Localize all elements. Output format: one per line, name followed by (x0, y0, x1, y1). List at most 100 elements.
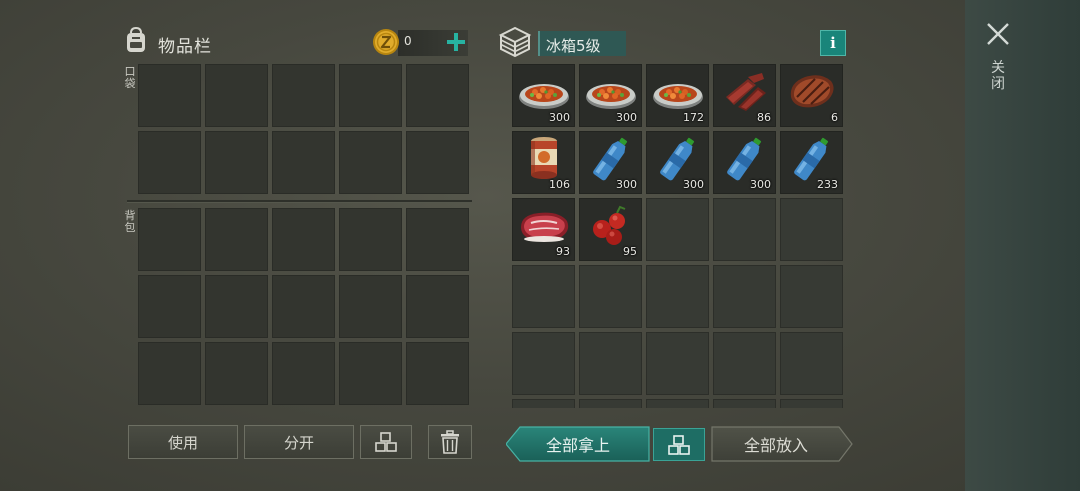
backpack-slot[interactable] (205, 342, 268, 405)
backpack-slot[interactable] (138, 275, 201, 338)
close-button[interactable] (984, 20, 1012, 48)
discard-button[interactable] (428, 425, 472, 459)
vegetable-stew-icon (651, 67, 705, 115)
pocket-slot[interactable] (138, 131, 201, 194)
take-all-label: 全部拿上 (545, 436, 610, 455)
item-quantity: 172 (683, 111, 704, 124)
container-empty-slot[interactable] (713, 265, 776, 328)
trash-icon (441, 430, 459, 454)
use-button[interactable]: 使用 (128, 425, 238, 459)
pocket-slot[interactable] (272, 64, 335, 127)
put-all-button[interactable]: 全部放入 (711, 426, 853, 462)
coin-count: 0 (404, 34, 412, 48)
container-item-slot[interactable]: 300 (646, 131, 709, 194)
item-quantity: 95 (623, 245, 637, 258)
backpack-section-label: 背包 (124, 209, 136, 234)
backpack-slot[interactable] (406, 208, 469, 271)
container-empty-slot[interactable] (780, 399, 843, 408)
container-item-slot[interactable]: 300 (579, 131, 642, 194)
container-empty-slot[interactable] (646, 198, 709, 261)
item-quantity: 93 (556, 245, 570, 258)
pocket-section-label: 口袋 (124, 65, 136, 90)
pocket-slot[interactable] (205, 64, 268, 127)
container-item-slot[interactable]: 233 (780, 131, 843, 194)
container-empty-slot[interactable] (646, 265, 709, 328)
backpack-slot[interactable] (272, 342, 335, 405)
container-empty-slot[interactable] (512, 332, 575, 395)
water-bottle-icon (651, 134, 705, 182)
container-empty-slot[interactable] (713, 198, 776, 261)
backpack-icon (122, 26, 150, 54)
backpack-slot[interactable] (138, 208, 201, 271)
pocket-grid (138, 64, 472, 194)
water-bottle-icon (718, 134, 772, 182)
container-empty-slot[interactable] (780, 265, 843, 328)
container-item-slot[interactable]: 6 (780, 64, 843, 127)
close-label: 关闭 (991, 60, 1005, 92)
info-button[interactable]: i (820, 30, 846, 56)
pocket-slot[interactable] (339, 64, 402, 127)
container-item-slot[interactable]: 95 (579, 198, 642, 261)
backpack-slot[interactable] (272, 275, 335, 338)
container-empty-slot[interactable] (713, 399, 776, 408)
container-empty-slot[interactable] (646, 332, 709, 395)
water-bottle-icon (785, 134, 839, 182)
container-item-slot[interactable]: 300 (579, 64, 642, 127)
item-quantity: 86 (757, 111, 771, 124)
backpack-slot[interactable] (339, 342, 402, 405)
pocket-slot[interactable] (272, 131, 335, 194)
add-coins-button[interactable] (444, 29, 468, 55)
put-all-label: 全部放入 (743, 436, 808, 455)
pocket-slot[interactable] (138, 64, 201, 127)
coin-icon (371, 27, 401, 57)
backpack-slot[interactable] (406, 342, 469, 405)
container-empty-slot[interactable] (579, 265, 642, 328)
item-quantity: 300 (616, 111, 637, 124)
item-quantity: 233 (817, 178, 838, 191)
backpack-slot[interactable] (205, 275, 268, 338)
backpack-slot[interactable] (339, 208, 402, 271)
canned-food-icon (517, 134, 571, 182)
backpack-slot[interactable] (138, 342, 201, 405)
container-item-slot[interactable]: 300 (512, 64, 575, 127)
container-empty-slot[interactable] (579, 332, 642, 395)
container-empty-slot[interactable] (512, 265, 575, 328)
container-empty-slot[interactable] (780, 332, 843, 395)
container-empty-slot[interactable] (512, 399, 575, 408)
container-empty-slot[interactable] (713, 332, 776, 395)
backpack-slot[interactable] (406, 275, 469, 338)
pocket-slot[interactable] (339, 131, 402, 194)
container-item-slot[interactable]: 86 (713, 64, 776, 127)
container-item-slot[interactable]: 93 (512, 198, 575, 261)
container-empty-slot[interactable] (780, 198, 843, 261)
pocket-slot[interactable] (406, 131, 469, 194)
pocket-slot[interactable] (205, 131, 268, 194)
berries-icon (584, 201, 638, 249)
pocket-slot[interactable] (406, 64, 469, 127)
sort-inventory-button[interactable] (360, 425, 412, 459)
take-all-button[interactable]: 全部拿上 (506, 426, 650, 462)
item-quantity: 6 (831, 111, 838, 124)
backpack-slot[interactable] (205, 208, 268, 271)
container-item-slot[interactable]: 172 (646, 64, 709, 127)
item-quantity: 300 (549, 111, 570, 124)
backpack-grid (138, 208, 472, 408)
container-empty-slot[interactable] (579, 399, 642, 408)
sort-grid-icon (375, 432, 397, 452)
storage-box-icon (497, 24, 533, 60)
split-button[interactable]: 分开 (244, 425, 354, 459)
sort-container-button[interactable] (653, 428, 705, 461)
grilled-steak-icon (785, 67, 839, 115)
container-item-slot[interactable]: 106 (512, 131, 575, 194)
container-grid: 300 300 172 86 6 106 300 300 300 233 93 95 (512, 64, 846, 408)
container-item-slot[interactable]: 300 (713, 131, 776, 194)
backpack-slot[interactable] (339, 275, 402, 338)
right-edge-shade (965, 0, 1080, 491)
sort-grid-icon (668, 434, 690, 455)
inventory-title: 物品栏 (158, 37, 212, 57)
container-empty-slot[interactable] (646, 399, 709, 408)
backpack-slot[interactable] (272, 208, 335, 271)
close-icon (987, 23, 1009, 45)
water-bottle-icon (584, 134, 638, 182)
vegetable-stew-icon (584, 67, 638, 115)
